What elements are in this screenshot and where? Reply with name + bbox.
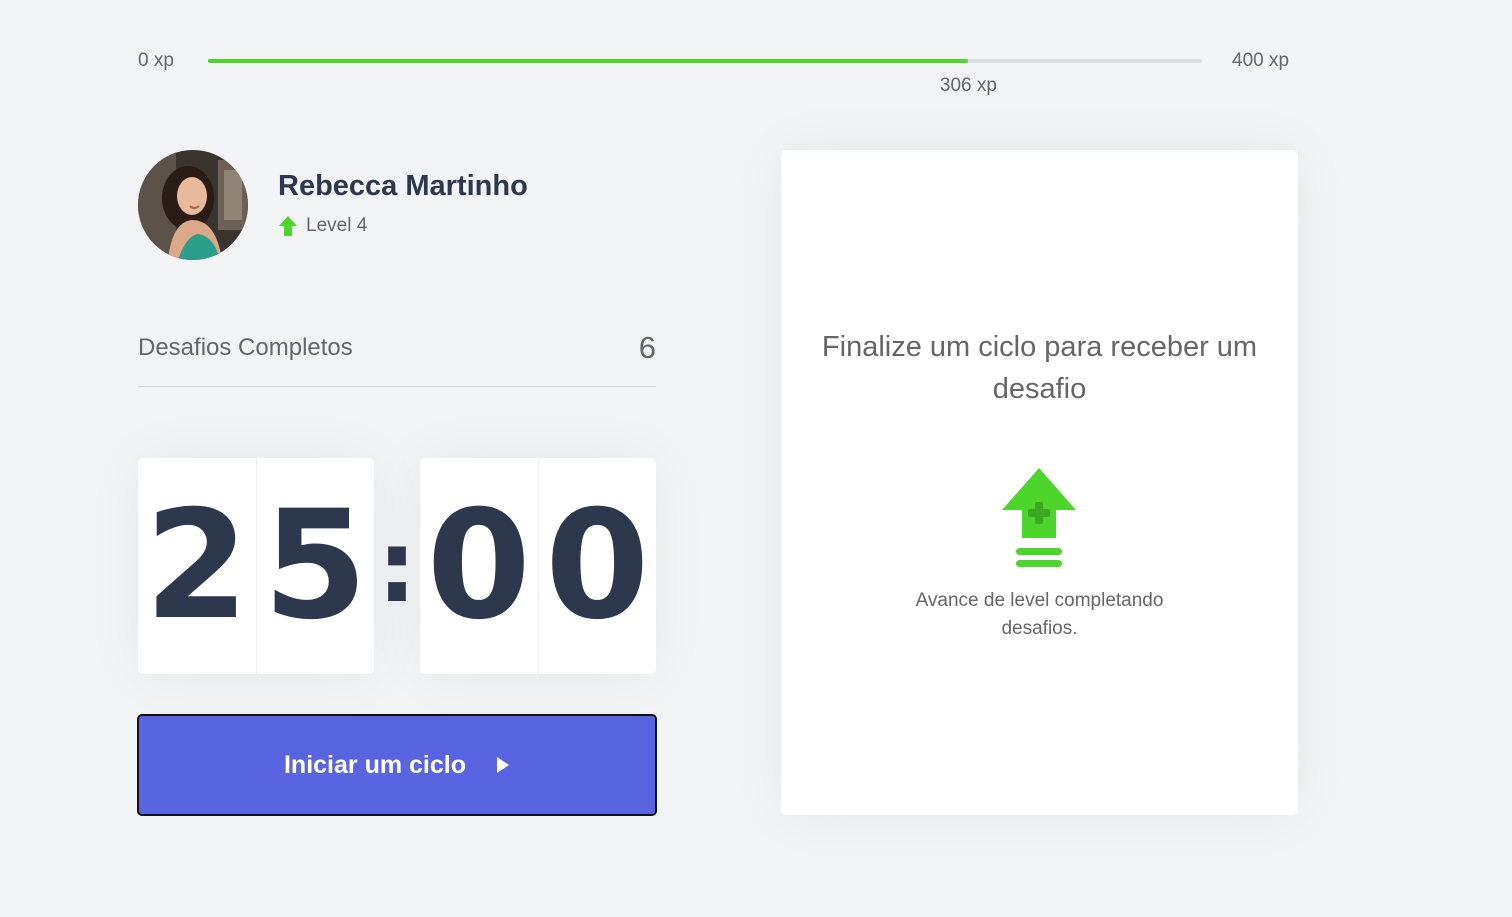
level-row: Level 4 (278, 215, 367, 237)
countdown-separator: : (377, 507, 417, 625)
start-cycle-button[interactable]: Iniciar um ciclo (137, 714, 657, 816)
countdown-seconds: 0 0 (420, 458, 656, 674)
level-up-arrow-icon (279, 216, 297, 236)
start-cycle-label: Iniciar um ciclo (283, 750, 466, 779)
xp-max-label: 400 xp (1232, 50, 1290, 71)
xp-min-label: 0 xp (138, 50, 174, 71)
completed-challenges-count: 6 (638, 330, 656, 365)
xp-current-label: 306 xp (939, 75, 997, 96)
avatar (138, 150, 248, 260)
play-icon (497, 757, 509, 773)
user-avatar-photo (138, 150, 248, 260)
completed-challenges: Desafios Completos 6 (138, 330, 656, 387)
challenge-box-hint: Avance de level completando desafios. (915, 590, 1164, 639)
challenge-box: Finalize um ciclo para receber um desafi… (781, 150, 1298, 815)
countdown-timer: 2 5 : 0 0 (138, 458, 656, 674)
xp-progress-bar (208, 59, 1202, 63)
completed-challenges-label: Desafios Completos (138, 334, 353, 361)
xp-progress-fill (208, 59, 969, 63)
second-tens-digit: 0 (420, 458, 539, 674)
minute-ones-digit: 5 (263, 479, 368, 653)
minute-tens-digit: 2 (138, 458, 257, 674)
challenge-box-title: Finalize um ciclo para receber um desafi… (821, 331, 1258, 405)
level-label: Level 4 (306, 215, 368, 236)
second-ones-digit: 0 (545, 479, 650, 653)
countdown-minutes: 2 5 (138, 458, 374, 674)
level-up-icon (1002, 468, 1076, 567)
profile-name: Rebecca Martinho (278, 170, 528, 202)
